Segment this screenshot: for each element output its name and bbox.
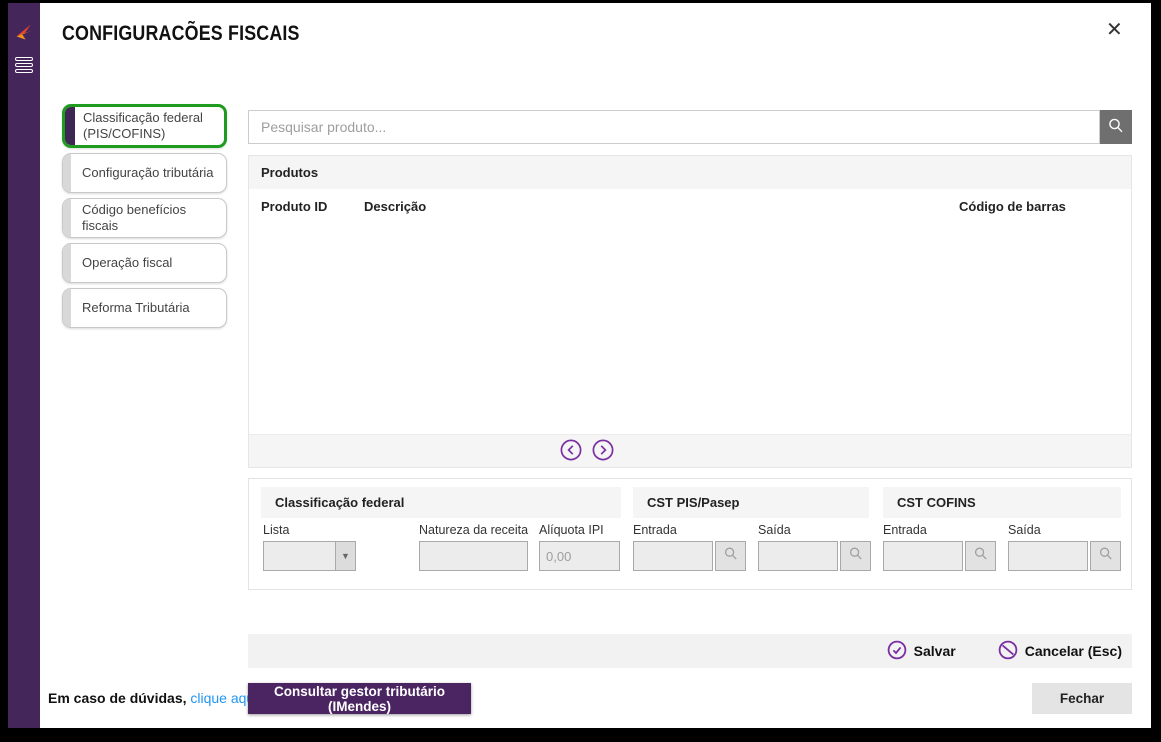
- lista-label: Lista: [263, 523, 290, 537]
- cofins-saida-label: Saída: [1008, 523, 1041, 537]
- pis-saida-search-button: [840, 541, 871, 571]
- fechar-button[interactable]: Fechar: [1032, 683, 1132, 714]
- search-button[interactable]: [1100, 110, 1132, 144]
- cancel-circle-icon: [998, 640, 1018, 663]
- chevron-right-circle-icon: [592, 439, 614, 464]
- tab-accent-strip: [63, 199, 71, 237]
- save-button-label: Salvar: [913, 643, 956, 659]
- actions-bar: Salvar Cancelar (Esc): [248, 634, 1132, 668]
- section-cst-cofins-title: CST COFINS: [883, 487, 1121, 518]
- search-input[interactable]: [248, 110, 1100, 144]
- products-panel: Produtos Produto ID Descrição Código de …: [248, 155, 1132, 468]
- section-classificacao-federal-title: Classificação federal: [261, 487, 621, 518]
- prev-page-button[interactable]: [559, 439, 583, 463]
- products-table-header: Produto ID Descrição Código de barras: [249, 189, 1131, 223]
- close-icon[interactable]: ✕: [1106, 20, 1123, 40]
- column-codigo-de-barras: Código de barras: [959, 199, 1066, 214]
- pis-entrada-search-button: [715, 541, 746, 571]
- search-icon: [848, 546, 864, 567]
- section-cst-pis-pasep-title: CST PIS/Pasep: [633, 487, 869, 518]
- search-icon: [1098, 546, 1114, 567]
- pis-entrada-label: Entrada: [633, 523, 677, 537]
- pis-entrada-field: [633, 541, 713, 571]
- tab-accent-strip: [63, 154, 71, 192]
- cofins-entrada-search-button: [965, 541, 996, 571]
- help-text-static: Em caso de dúvidas,: [48, 690, 187, 706]
- products-table-body: [249, 223, 1131, 434]
- products-panel-title: Produtos: [249, 156, 1131, 189]
- tab-label: Classificação federal (PIS/COFINS): [83, 109, 203, 141]
- lista-select: ▼: [263, 541, 356, 571]
- page-title: CONFIGURACÕES FISCAIS: [62, 22, 300, 45]
- tab-classificacao-federal[interactable]: Classificação federal (PIS/COFINS): [62, 104, 227, 148]
- tab-accent-strip: [65, 107, 75, 145]
- check-circle-icon: [887, 640, 907, 663]
- cancel-button[interactable]: Cancelar (Esc): [998, 640, 1122, 663]
- next-page-button[interactable]: [591, 439, 615, 463]
- tab-label: Código benefícios fiscais: [82, 201, 187, 233]
- tab-accent-strip: [63, 289, 71, 327]
- consultar-gestor-button[interactable]: Consultar gestor tributário (IMendes): [248, 683, 471, 714]
- search-icon: [723, 546, 739, 567]
- tab-accent-strip: [63, 244, 71, 282]
- aliquota-ipi-field: [539, 541, 620, 571]
- search-icon: [973, 546, 989, 567]
- cofins-saida-search-button: [1090, 541, 1121, 571]
- fiscal-form: Classificação federal CST PIS/Pasep CST …: [248, 478, 1132, 590]
- cofins-saida-field: [1008, 541, 1088, 571]
- cancel-button-label: Cancelar (Esc): [1024, 643, 1122, 659]
- help-text: Em caso de dúvidas, clique aqui.: [48, 690, 261, 706]
- app-logo-icon: [14, 23, 34, 43]
- column-produto-id: Produto ID: [261, 199, 328, 214]
- hamburger-menu-icon[interactable]: [15, 57, 33, 75]
- tab-operacao-fiscal[interactable]: Operação fiscal: [62, 243, 227, 283]
- pagination-bar: [249, 434, 1131, 467]
- tab-label: Operação fiscal: [82, 254, 173, 270]
- pis-saida-field: [758, 541, 838, 571]
- tab-configuracao-tributaria[interactable]: Configuração tributária: [62, 153, 227, 193]
- pis-saida-label: Saída: [758, 523, 791, 537]
- natureza-da-receita-label: Natureza da receita: [419, 523, 529, 537]
- tab-reforma-tributaria[interactable]: Reforma Tributária: [62, 288, 227, 328]
- column-descricao: Descrição: [364, 199, 427, 214]
- aliquota-ipi-label: Alíquota IPI: [539, 523, 604, 537]
- save-button[interactable]: Salvar: [887, 640, 956, 663]
- natureza-da-receita-field: [419, 541, 528, 571]
- cofins-entrada-field: [883, 541, 963, 571]
- configuracoes-fiscais-dialog: CONFIGURACÕES FISCAIS ✕ Classificação fe…: [8, 3, 1151, 728]
- tab-label: Reforma Tributária: [82, 299, 190, 315]
- screen-frame: CONFIGURACÕES FISCAIS ✕ Classificação fe…: [0, 0, 1161, 742]
- tab-codigo-beneficios-fiscais[interactable]: Código benefícios fiscais: [62, 198, 227, 238]
- search-icon: [1107, 117, 1125, 138]
- chevron-left-circle-icon: [560, 439, 582, 464]
- app-rail: [8, 3, 40, 728]
- tab-label: Configuração tributária: [82, 164, 214, 180]
- cofins-entrada-label: Entrada: [883, 523, 927, 537]
- chevron-down-icon: ▼: [335, 542, 355, 570]
